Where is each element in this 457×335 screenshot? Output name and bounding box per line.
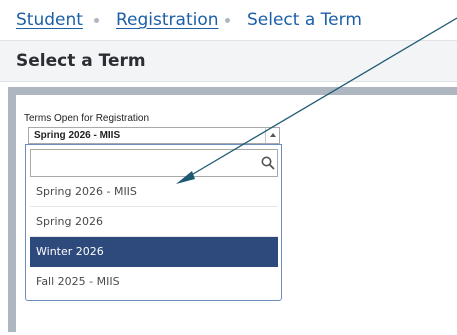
term-select-toggle[interactable] [265,128,279,143]
term-select-value: Spring 2026 - MIIS [34,130,121,141]
term-option-spring-2026[interactable]: Spring 2026 [30,207,278,237]
breadcrumb-separator [94,18,99,23]
page-header: Select a Term [0,40,457,82]
terms-open-label: Terms Open for Registration [24,113,150,124]
breadcrumb-student-link[interactable]: Student [16,0,83,40]
page-title: Select a Term [16,51,146,71]
breadcrumb-separator [225,18,230,23]
breadcrumb-current: Select a Term [247,10,362,30]
search-icon [261,156,275,170]
breadcrumb-registration-link[interactable]: Registration [116,0,219,40]
term-option-spring-2026-miis[interactable]: Spring 2026 - MIIS [30,177,278,207]
chevron-up-icon [270,133,276,137]
term-search-input[interactable] [30,149,278,177]
term-option-fall-2025-miis[interactable]: Fall 2025 - MIIS [30,267,278,297]
breadcrumb: Student Registration Select a Term [0,0,457,40]
term-dropdown: Spring 2026 - MIIS Spring 2026 Winter 20… [25,144,282,301]
term-select[interactable]: Spring 2026 - MIIS [28,127,280,144]
term-option-winter-2026[interactable]: Winter 2026 [30,237,278,267]
